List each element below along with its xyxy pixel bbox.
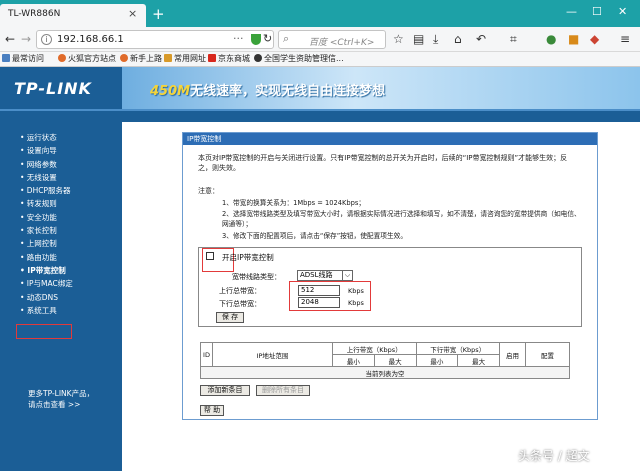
undo-icon[interactable]: ↶ (476, 32, 486, 46)
sidebar-item-security[interactable]: • 安全功能 (20, 212, 73, 225)
bookmark-item[interactable]: 京东商城 (208, 53, 250, 64)
sidebar-item-parental[interactable]: • 家长控制 (20, 225, 73, 238)
screenshot-icon[interactable]: ⌗ (510, 32, 517, 46)
col-down: 下行带宽（Kbps） (415, 342, 500, 355)
note-item: 1、带宽的换算关系为：1Mbps = 1024Kbps； (222, 199, 366, 207)
more-products-link[interactable]: 更多TP-LINK产品， 请点击查看 >> (28, 388, 94, 410)
reload-icon[interactable]: ↻ (263, 32, 272, 46)
down-bandwidth-label: 下行总带宽： (219, 300, 261, 308)
folder-icon[interactable]: ■ (568, 32, 579, 46)
search-box[interactable]: ⌕ 百度 <Ctrl+K> (278, 30, 386, 49)
col-down-max: 最大 (457, 354, 500, 367)
header-logo-area: TP-LINK (0, 67, 122, 109)
notes-title: 注意： (198, 187, 219, 195)
empty-row: 当前列表为空 (200, 366, 570, 379)
sidebar-menu: • 运行状态 • 设置向导 • 网络参数 • 无线设置 • DHCP服务器 • … (20, 132, 73, 318)
folder-icon (164, 54, 172, 62)
note-item: 3、修改下面的配置项后，请点击“保存”按钮，使配置项生效。 (222, 232, 408, 240)
url-text[interactable]: 192.168.66.1 (57, 34, 124, 45)
col-id: ID (200, 342, 213, 367)
minimize-icon[interactable]: — (566, 5, 577, 18)
section-title: IP带宽控制 (183, 133, 597, 145)
selection-highlight (289, 281, 371, 311)
tab-close-icon[interactable]: × (128, 7, 137, 20)
maximize-icon[interactable]: ☐ (592, 5, 602, 18)
address-bar[interactable]: i 192.168.66.1 ··· ↻ (36, 30, 274, 49)
window-close-icon[interactable]: ✕ (618, 5, 627, 18)
col-up-max: 最大 (373, 354, 417, 367)
sidebar-item-bandwidth[interactable]: • IP带宽控制 (20, 265, 73, 278)
page-actions-icon[interactable]: ··· (233, 32, 244, 45)
firefox-icon (120, 54, 128, 62)
sidebar-item-ddns[interactable]: • 动态DNS (20, 292, 73, 305)
watermark: 头条号 / 超文 (518, 449, 590, 463)
sidebar-item-network[interactable]: • 网络参数 (20, 159, 73, 172)
back-icon[interactable]: ← (5, 32, 15, 46)
bookmark-item[interactable]: 最常访问 (2, 53, 44, 64)
chevron-down-icon[interactable]: ⌵ (342, 271, 352, 280)
sidebar-item-forwarding[interactable]: • 转发规则 (20, 198, 73, 211)
search-placeholder[interactable]: 百度 <Ctrl+K> (309, 35, 374, 48)
reader-icon[interactable]: ▤ (413, 32, 424, 46)
sidebar-item-ipmac[interactable]: • IP与MAC绑定 (20, 278, 73, 291)
col-config: 配置 (525, 342, 570, 367)
add-entry-button[interactable]: 添加新条目 (200, 385, 250, 396)
sidebar-item-access[interactable]: • 上网控制 (20, 238, 73, 251)
addon-icon[interactable]: ● (546, 32, 556, 46)
header-strip (0, 109, 640, 122)
col-up: 上行带宽（Kbps） (332, 342, 417, 355)
rules-table: ID IP地址范围 上行带宽（Kbps） 下行带宽（Kbps） 启用 配置 最小… (200, 342, 570, 379)
globe-icon (254, 54, 262, 62)
help-button[interactable]: 帮 助 (200, 405, 224, 416)
tab-title: TL-WR886N (8, 9, 61, 19)
line-type-label: 宽带线路类型： (232, 273, 281, 281)
delete-all-button[interactable]: 删除所有条目 (256, 385, 310, 396)
banner-slogan: 450M无线速率，实现无线自由连接梦想 (150, 84, 386, 99)
note-item: 2、选择宽带线路类型及填写带宽大小时，请根据实际情况进行选择和填写，如不清楚，请… (222, 210, 581, 228)
shield-icon[interactable] (251, 34, 261, 45)
forward-icon[interactable]: → (21, 32, 31, 46)
extension-icon[interactable]: ◆ (590, 32, 599, 46)
bookmark-item[interactable]: 全国学生资助管理信... (254, 53, 344, 64)
bookmark-item[interactable]: 常用网址 (164, 53, 206, 64)
sidebar-item-dhcp[interactable]: • DHCP服务器 (20, 185, 73, 198)
sidebar: • 运行状态 • 设置向导 • 网络参数 • 无线设置 • DHCP服务器 • … (0, 122, 122, 471)
browser-nav-bar: ← → i 192.168.66.1 ··· ↻ ⌕ 百度 <Ctrl+K> ☆… (0, 27, 640, 52)
menu-icon[interactable]: ≡ (620, 32, 630, 46)
new-tab-icon[interactable]: + (152, 5, 165, 23)
sidebar-item-tools[interactable]: • 系统工具 (20, 305, 73, 318)
sidebar-item-wizard[interactable]: • 设置向导 (20, 145, 73, 158)
search-icon: ⌕ (283, 32, 290, 45)
bookmarks-bar: 最常访问 火狐官方站点 新手上路 常用网址 京东商城 全国学生资助管理信... (0, 52, 640, 67)
browser-tab[interactable]: TL-WR886N × (0, 4, 146, 27)
bookmark-item[interactable]: 火狐官方站点 (58, 53, 116, 64)
download-icon[interactable]: ⤓ (433, 32, 438, 46)
sidebar-item-routing[interactable]: • 路由功能 (20, 252, 73, 265)
jd-icon (208, 54, 216, 62)
intro-text: 本页对IP带宽控制的开启与关闭进行设置。只有IP带宽控制的总开关为开启时，后续的… (198, 154, 568, 172)
col-up-min: 最小 (332, 354, 375, 367)
browser-tab-bar: TL-WR886N × + — ☐ ✕ (0, 0, 640, 27)
save-button[interactable]: 保 存 (216, 312, 244, 323)
selection-highlight (16, 324, 72, 339)
bookmark-icon (2, 54, 10, 62)
bookmark-item[interactable]: 新手上路 (120, 53, 162, 64)
sidebar-item-status[interactable]: • 运行状态 (20, 132, 73, 145)
col-ip-range: IP地址范围 (212, 342, 333, 367)
up-bandwidth-label: 上行总带宽： (219, 287, 261, 295)
firefox-icon (58, 54, 66, 62)
header-banner: 450M无线速率，实现无线自由连接梦想 (122, 67, 640, 109)
sidebar-item-wireless[interactable]: • 无线设置 (20, 172, 73, 185)
info-icon[interactable]: i (41, 34, 52, 45)
home-icon[interactable]: ⌂ (454, 32, 462, 46)
bookmark-star-icon[interactable]: ☆ (393, 32, 404, 46)
tp-link-logo: TP-LINK (14, 79, 92, 98)
col-down-min: 最小 (415, 354, 459, 367)
enable-label: 开启IP带宽控制 (222, 253, 274, 262)
col-enable: 启用 (499, 342, 526, 367)
